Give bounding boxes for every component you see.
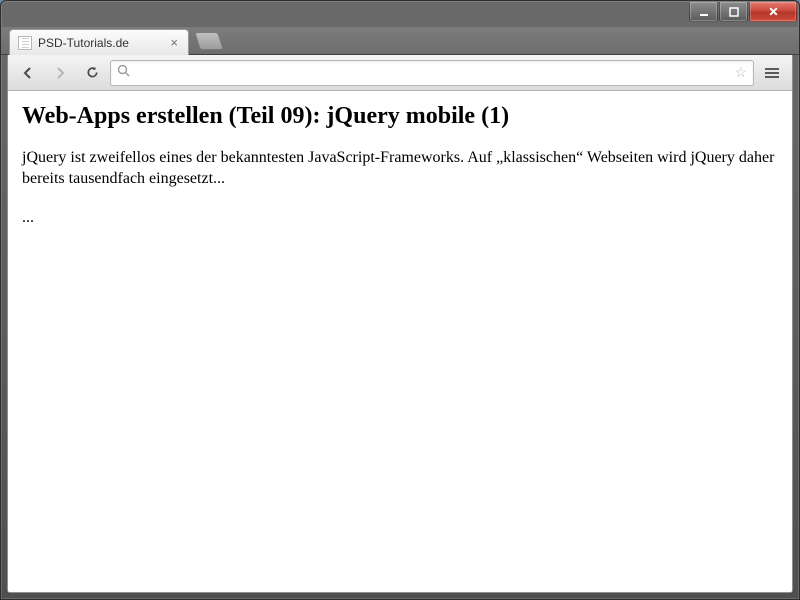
address-bar[interactable]: ☆ xyxy=(110,60,754,86)
tab-strip: PSD-Tutorials.de × xyxy=(1,27,799,55)
page-content: Web-Apps erstellen (Teil 09): jQuery mob… xyxy=(8,91,792,592)
forward-button[interactable] xyxy=(46,59,74,87)
menu-button[interactable] xyxy=(758,59,786,87)
content-frame: ☆ Web-Apps erstellen (Teil 09): jQuery m… xyxy=(7,55,793,593)
page-heading: Web-Apps erstellen (Teil 09): jQuery mob… xyxy=(22,103,778,130)
window-minimize-button[interactable] xyxy=(689,2,718,22)
tab-title: PSD-Tutorials.de xyxy=(38,36,162,50)
back-button[interactable] xyxy=(14,59,42,87)
browser-window: PSD-Tutorials.de × ☆ xyxy=(0,0,800,600)
reload-button[interactable] xyxy=(78,59,106,87)
new-tab-button[interactable] xyxy=(194,32,224,50)
browser-toolbar: ☆ xyxy=(8,55,792,91)
page-paragraph: jQuery ist zweifellos eines der bekannte… xyxy=(22,148,778,190)
search-icon xyxy=(117,64,130,82)
window-maximize-button[interactable] xyxy=(719,2,748,22)
page-ellipsis: ... xyxy=(22,208,778,229)
browser-tab[interactable]: PSD-Tutorials.de × xyxy=(9,29,189,55)
close-icon[interactable]: × xyxy=(168,36,180,49)
window-titlebar xyxy=(1,1,799,29)
url-input[interactable] xyxy=(136,65,728,80)
bookmark-icon[interactable]: ☆ xyxy=(734,64,747,81)
hamburger-icon xyxy=(765,72,779,74)
file-icon xyxy=(18,36,32,50)
window-close-button[interactable] xyxy=(749,2,797,22)
